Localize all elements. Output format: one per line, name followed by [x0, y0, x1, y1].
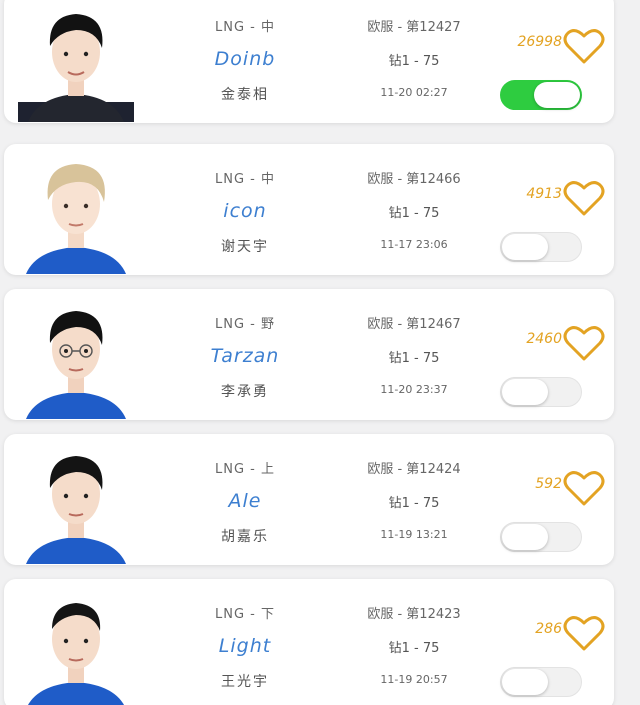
like-count: 4913	[526, 186, 562, 202]
tier: 钻1 - 75	[388, 351, 440, 366]
player-avatar	[26, 311, 126, 419]
player-real-name: 王光宇	[221, 674, 269, 690]
team-role: LNG - 下	[215, 607, 275, 622]
toggle-knob	[502, 524, 548, 550]
heart-icon[interactable]	[562, 613, 606, 653]
follow-toggle[interactable]	[500, 522, 582, 552]
timestamp: 11-19 20:57	[380, 673, 448, 686]
follow-toggle[interactable]	[500, 377, 582, 407]
team-role: LNG - 野	[215, 317, 275, 332]
player-card[interactable]: LNG - 中 icon 谢天宇 欧服 - 第12466 钻1 - 75 11-…	[4, 144, 614, 275]
heart-icon[interactable]	[562, 323, 606, 363]
player-card[interactable]: LNG - 中 Doinb 金泰相 欧服 - 第12427 钻1 - 75 11…	[4, 0, 614, 123]
tier: 钻1 - 75	[388, 54, 440, 69]
player-avatar	[28, 603, 124, 705]
team-role: LNG - 中	[215, 20, 275, 35]
player-card[interactable]: LNG - 下 Light 王光宇 欧服 - 第12423 钻1 - 75 11…	[4, 579, 614, 705]
team-role: LNG - 上	[215, 462, 275, 477]
player-avatar	[26, 164, 126, 274]
heart-icon[interactable]	[562, 468, 606, 508]
follow-toggle[interactable]	[500, 232, 582, 262]
player-real-name: 胡嘉乐	[221, 529, 269, 545]
player-ign[interactable]: Light	[180, 635, 310, 657]
toggle-knob	[502, 234, 548, 260]
server-rank: 欧服 - 第12467	[367, 317, 461, 332]
like-count: 592	[535, 476, 562, 492]
player-ign[interactable]: icon	[180, 200, 310, 222]
timestamp: 11-20 02:27	[380, 86, 448, 99]
player-ign[interactable]: Ale	[180, 490, 310, 512]
player-list: LNG - 中 Doinb 金泰相 欧服 - 第12427 钻1 - 75 11…	[0, 0, 640, 705]
player-card[interactable]: LNG - 上 Ale 胡嘉乐 欧服 - 第12424 钻1 - 75 11-1…	[4, 434, 614, 565]
tier: 钻1 - 75	[388, 496, 440, 511]
timestamp: 11-19 13:21	[380, 528, 448, 541]
follow-toggle[interactable]	[500, 667, 582, 697]
player-card[interactable]: LNG - 野 Tarzan 李承勇 欧服 - 第12467 钻1 - 75 1…	[4, 289, 614, 420]
tier: 钻1 - 75	[388, 641, 440, 656]
team-role: LNG - 中	[215, 172, 275, 187]
player-ign[interactable]: Tarzan	[180, 345, 310, 367]
toggle-knob	[534, 82, 580, 108]
toggle-knob	[502, 669, 548, 695]
player-real-name: 金泰相	[221, 87, 269, 103]
like-count: 286	[535, 621, 562, 637]
player-real-name: 谢天宇	[221, 239, 269, 255]
heart-icon[interactable]	[562, 26, 606, 66]
server-rank: 欧服 - 第12427	[367, 20, 461, 35]
timestamp: 11-20 23:37	[380, 383, 448, 396]
server-rank: 欧服 - 第12466	[367, 172, 461, 187]
like-count: 26998	[517, 34, 562, 50]
heart-icon[interactable]	[562, 178, 606, 218]
player-real-name: 李承勇	[221, 384, 269, 400]
server-rank: 欧服 - 第12424	[367, 462, 461, 477]
timestamp: 11-17 23:06	[380, 238, 448, 251]
tier: 钻1 - 75	[388, 206, 440, 221]
toggle-knob	[502, 379, 548, 405]
player-avatar	[26, 456, 126, 564]
server-rank: 欧服 - 第12423	[367, 607, 461, 622]
player-avatar	[18, 14, 134, 122]
like-count: 2460	[526, 331, 562, 347]
follow-toggle[interactable]	[500, 80, 582, 110]
player-ign[interactable]: Doinb	[180, 48, 310, 70]
